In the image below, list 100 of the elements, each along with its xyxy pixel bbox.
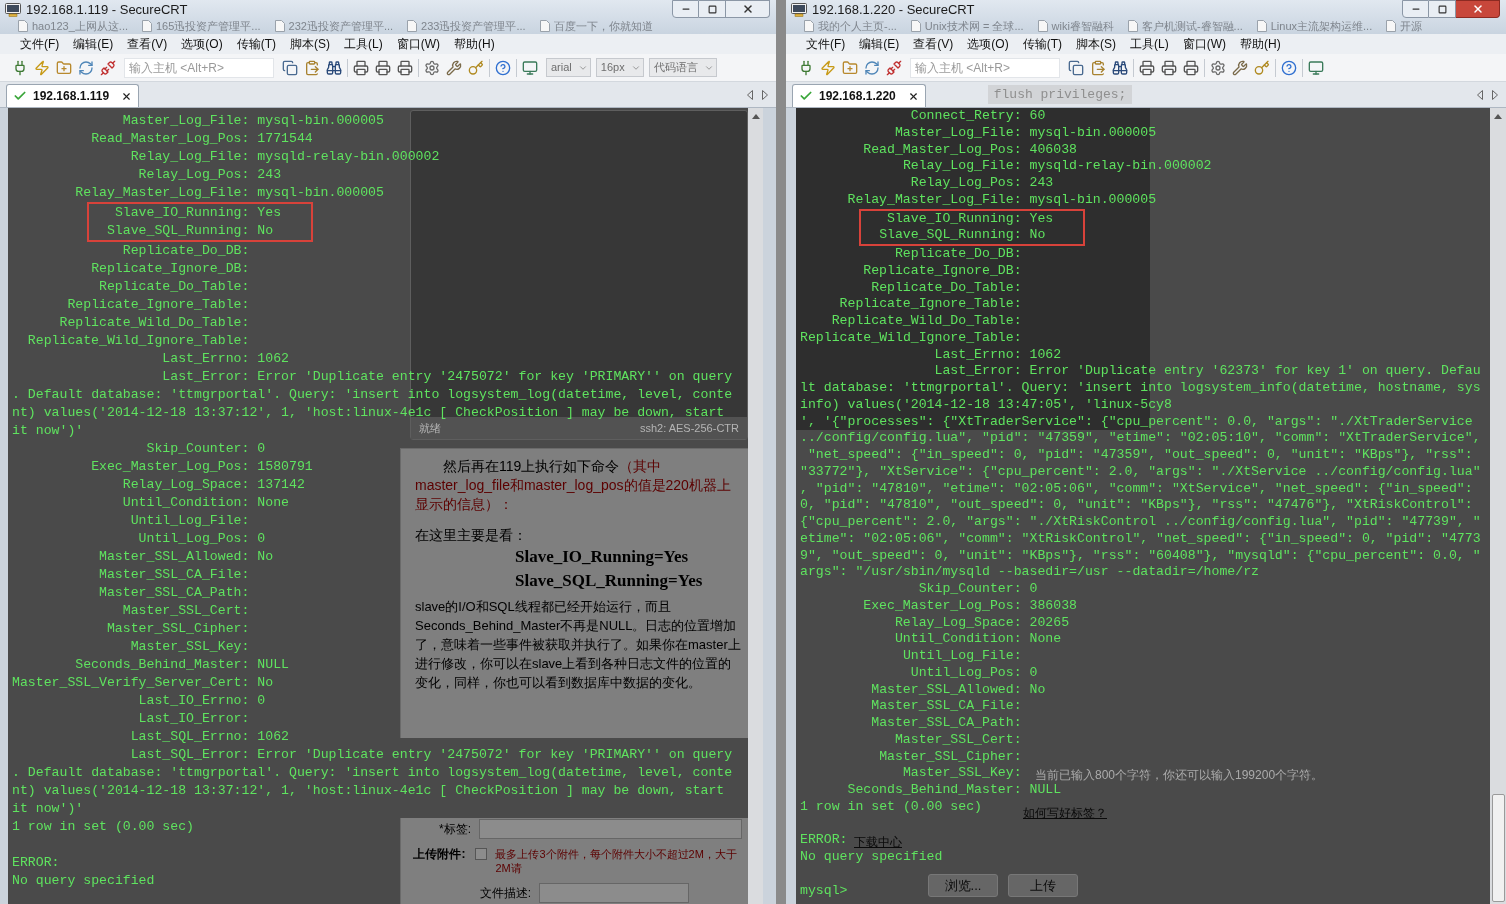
terminal-line: "33772"}, "XtService": {"cpu_percent": 2.0, "args": "./XtService ../config/config.lua" xyxy=(800,463,1481,481)
key-icon[interactable] xyxy=(468,59,484,76)
left-arrow-icon[interactable] xyxy=(1477,89,1483,100)
plug-icon[interactable] xyxy=(12,59,28,76)
input-field[interactable] xyxy=(539,883,689,903)
terminal-line: Master_SSL_Verify_Server_Cert: No xyxy=(12,674,274,692)
minimize-button[interactable] xyxy=(1402,0,1429,18)
host-field[interactable]: 输入主机 <Alt+R> xyxy=(124,57,274,78)
dropdown[interactable]: arial xyxy=(546,58,591,77)
terminal-line: Replicate_Wild_Do_Table: xyxy=(831,313,1022,330)
refresh-icon[interactable] xyxy=(864,59,880,76)
host-field[interactable]: 输入主机 <Alt+R> xyxy=(910,57,1060,78)
maximize-button[interactable] xyxy=(1429,0,1456,18)
terminal-line: mysql> xyxy=(800,882,848,900)
help-icon[interactable] xyxy=(1281,59,1297,76)
menu-item[interactable]: 工具(L) xyxy=(344,37,383,51)
terminal-line: {"cpu_percent": 2.0, "args": "./XtRiskControl ../config/config.lua", "pid": "47739", " xyxy=(800,514,1481,531)
key-icon[interactable] xyxy=(1254,59,1270,76)
folder-plus-icon[interactable] xyxy=(842,59,858,76)
menu-item[interactable]: 传输(T) xyxy=(236,37,276,51)
lightning-icon[interactable] xyxy=(34,59,50,76)
terminal-line: Replicate_Wild_Do_Table: xyxy=(59,314,250,332)
terminal-line: Master_SSL_Cipher: xyxy=(879,748,1022,766)
close-icon xyxy=(1471,3,1484,15)
menu-item[interactable]: 窗口(W) xyxy=(396,37,440,51)
vertical-scrollbar[interactable] xyxy=(748,108,763,904)
terminal-line: Last_Errno: 1062 xyxy=(934,346,1062,364)
menu-item[interactable]: 脚本(S) xyxy=(290,37,330,51)
terminal-line: Master_SSL_CA_File: xyxy=(871,698,1022,715)
terminal-line: ', '{"processes": {"XtTraderService": {"cpu_percent": 0.0, "args": "./XtTraderService xyxy=(800,413,1473,431)
terminal-line: Replicate_Ignore_Table: xyxy=(67,296,250,314)
menu-item[interactable]: 文件(F) xyxy=(806,37,846,51)
unplug-icon[interactable] xyxy=(100,59,116,76)
close-icon[interactable] xyxy=(121,90,133,102)
terminal-line: Last_IO_Errno: 0 xyxy=(138,692,266,710)
left-arrow-icon[interactable] xyxy=(747,89,753,100)
menu-item[interactable]: 编辑(E) xyxy=(859,37,900,51)
menu-item[interactable]: 编辑(E) xyxy=(73,37,114,51)
printer-icon[interactable] xyxy=(1161,59,1177,76)
dropdown[interactable]: 代码语言 xyxy=(648,58,717,77)
right-arrow-icon[interactable] xyxy=(762,89,768,100)
monitor-icon[interactable] xyxy=(522,59,538,76)
close-button[interactable] xyxy=(1456,0,1500,18)
close-button[interactable] xyxy=(726,0,770,18)
folder-plus-icon[interactable] xyxy=(56,59,72,76)
maximize-icon xyxy=(1437,4,1447,14)
vertical-scrollbar[interactable] xyxy=(1490,108,1506,904)
printer-icon[interactable] xyxy=(375,59,391,76)
menu-item[interactable]: 选项(O) xyxy=(181,37,223,51)
checkbox[interactable] xyxy=(475,848,488,860)
menu-item[interactable]: 脚本(S) xyxy=(1076,37,1116,51)
menu-item[interactable]: 帮助(H) xyxy=(1240,37,1281,51)
binoculars-icon[interactable] xyxy=(326,59,342,76)
terminal-line: Replicate_Ignore_DB: xyxy=(91,260,250,278)
printer-icon[interactable] xyxy=(1183,59,1199,76)
copy-icon[interactable] xyxy=(1068,59,1084,76)
menu-item[interactable]: 查看(V) xyxy=(127,37,168,51)
menu-item[interactable]: 窗口(W) xyxy=(1182,37,1226,51)
help-icon[interactable] xyxy=(495,59,511,76)
maximize-button[interactable] xyxy=(699,0,726,18)
printer-icon[interactable] xyxy=(353,59,369,76)
printer-icon[interactable] xyxy=(397,59,413,76)
settings-icon[interactable] xyxy=(424,59,440,76)
menu-item[interactable]: 工具(L) xyxy=(1130,37,1169,51)
menu-item[interactable]: 文件(F) xyxy=(20,37,60,51)
terminal-line: Master_SSL_CA_File: xyxy=(99,566,250,584)
paste-icon[interactable] xyxy=(1090,59,1106,76)
terminal-line: Relay_Master_Log_File: mysql-bin.000005 xyxy=(847,191,1157,209)
settings-icon[interactable] xyxy=(1210,59,1226,76)
right-arrow-icon[interactable] xyxy=(1492,89,1498,100)
copy-icon[interactable] xyxy=(282,59,298,76)
menu-item[interactable]: 查看(V) xyxy=(913,37,954,51)
up-arrow-icon[interactable] xyxy=(1494,114,1502,119)
terminal-line: Relay_Log_File: mysqld-relay-bin.000002 xyxy=(902,158,1212,175)
monitor-icon[interactable] xyxy=(1308,59,1324,76)
minimize-button[interactable] xyxy=(672,0,699,18)
binoculars-icon[interactable] xyxy=(1112,59,1128,76)
session-tab[interactable]: 192.168.1.220 xyxy=(792,84,926,107)
input-field[interactable] xyxy=(479,819,742,839)
refresh-icon[interactable] xyxy=(78,59,94,76)
check-icon xyxy=(799,89,813,103)
menu-item[interactable]: 传输(T) xyxy=(1022,37,1062,51)
scrollbar-thumb[interactable] xyxy=(1491,794,1505,902)
unplug-icon[interactable] xyxy=(886,59,902,76)
wrench-icon[interactable] xyxy=(446,59,462,76)
printer-icon[interactable] xyxy=(1139,59,1155,76)
plug-icon[interactable] xyxy=(798,59,814,76)
menu-item[interactable]: 帮助(H) xyxy=(454,37,495,51)
wrench-icon[interactable] xyxy=(1232,59,1248,76)
terminal-line: Master_Log_File: mysql-bin.000005 xyxy=(894,124,1157,142)
terminal-line: Master_SSL_Cipher: xyxy=(106,620,250,638)
paste-icon[interactable] xyxy=(304,59,320,76)
dropdown[interactable]: 16px xyxy=(595,58,644,77)
terminal-line: Until_Condition: None xyxy=(122,494,289,512)
menu-item[interactable]: 选项(O) xyxy=(967,37,1009,51)
lightning-icon[interactable] xyxy=(820,59,836,76)
session-tab[interactable]: 192.168.1.119 xyxy=(6,84,140,107)
close-icon[interactable] xyxy=(907,90,919,102)
terminal-line: Replicate_Wild_Ignore_Table: xyxy=(800,329,1022,347)
up-arrow-icon[interactable] xyxy=(751,114,760,119)
